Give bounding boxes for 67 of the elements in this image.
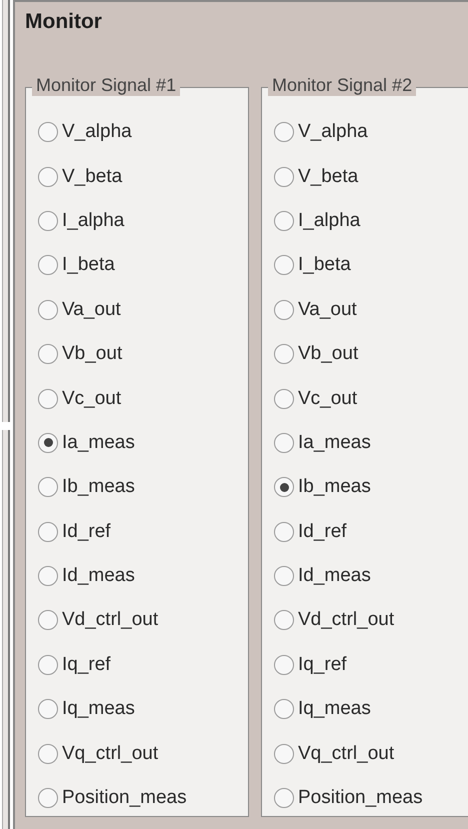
radio-label: I_alpha (298, 210, 360, 232)
group-title: Monitor Signal #1 (32, 75, 180, 96)
radio-button[interactable] (274, 610, 294, 630)
group-title: Monitor Signal #2 (268, 75, 416, 96)
radio-label: Vq_ctrl_out (62, 742, 158, 765)
radio-label: Vq_ctrl_out (298, 742, 394, 765)
radio-label: Va_out (298, 298, 357, 321)
radio-label: Vd_ctrl_out (62, 609, 158, 632)
radio-label: V_alpha (298, 121, 368, 144)
radio-button[interactable] (38, 166, 58, 187)
radio-button[interactable] (274, 388, 294, 409)
radio-button[interactable] (274, 255, 294, 276)
radio-button[interactable] (274, 788, 294, 808)
radio-label: Ib_meas (298, 476, 371, 498)
radio-button[interactable] (274, 432, 294, 453)
radio-label: V_alpha (62, 121, 132, 144)
radio-label: Id_meas (298, 565, 371, 588)
radio-label: Vd_ctrl_out (298, 609, 394, 632)
radio-label: V_beta (62, 166, 122, 188)
radio-label: Vc_out (298, 388, 358, 410)
radio-label: Id_ref (62, 520, 111, 543)
radio-button[interactable] (38, 522, 58, 542)
radio-label: Vb_out (62, 343, 122, 366)
radio-button[interactable] (38, 699, 58, 720)
radio-label: Iq_ref (62, 654, 111, 676)
radio-label: Id_ref (298, 520, 347, 543)
radio-label: Ia_meas (298, 432, 371, 454)
radio-button[interactable] (38, 744, 58, 764)
radio-label: Position_meas (298, 787, 423, 810)
radio-button[interactable] (38, 610, 58, 630)
radio-label: V_beta (298, 166, 358, 188)
radio-button[interactable] (274, 344, 294, 364)
radio-button[interactable] (38, 477, 58, 498)
radio-button[interactable] (38, 788, 58, 808)
radio-button[interactable] (38, 300, 58, 320)
radio-label: Id_meas (62, 565, 135, 588)
radio-button[interactable] (274, 300, 294, 320)
radio-button[interactable] (38, 388, 58, 409)
radio-button[interactable] (38, 255, 58, 276)
radio-label: Va_out (62, 298, 121, 321)
radio-button[interactable] (274, 166, 294, 187)
radio-label: I_beta (62, 254, 115, 276)
radio-button[interactable] (38, 566, 58, 586)
radio-label: Vb_out (298, 343, 358, 366)
radio-button[interactable] (38, 432, 58, 453)
radio-label: I_beta (298, 254, 351, 276)
radio-label: Position_meas (62, 787, 187, 810)
radio-button[interactable] (38, 210, 58, 231)
radio-label: Vc_out (62, 388, 122, 410)
radio-button[interactable] (274, 566, 294, 586)
radio-button[interactable] (274, 744, 294, 764)
radio-label: Ia_meas (62, 432, 135, 454)
radio-button[interactable] (38, 344, 58, 364)
radio-label: I_alpha (62, 210, 124, 232)
radio-label: Iq_meas (62, 698, 135, 720)
radio-button[interactable] (274, 522, 294, 542)
radio-button[interactable] (38, 122, 58, 142)
radio-label: Iq_meas (298, 698, 371, 720)
radio-button[interactable] (274, 122, 294, 142)
radio-label: Ib_meas (62, 476, 135, 498)
radio-button[interactable] (274, 477, 294, 498)
radio-button[interactable] (274, 699, 294, 720)
radio-button[interactable] (38, 654, 58, 675)
radio-button[interactable] (274, 654, 294, 675)
radio-label: Iq_ref (298, 654, 347, 676)
radio-button[interactable] (274, 210, 294, 231)
panel-title: Monitor (25, 10, 103, 35)
